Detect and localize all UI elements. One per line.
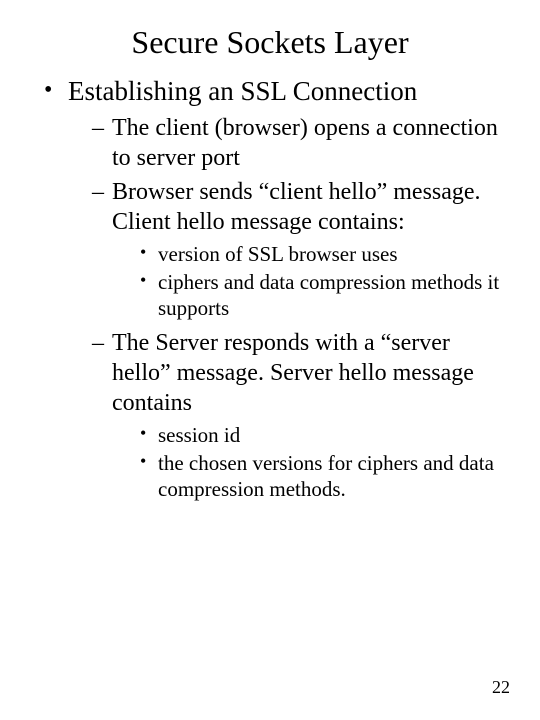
bullet-list-level-1: Establishing an SSL Connection The clien…	[30, 75, 510, 502]
list-item-text: the chosen versions for ciphers and data…	[158, 451, 494, 501]
bullet-list-level-3: version of SSL browser uses ciphers and …	[112, 241, 510, 322]
list-item-text: version of SSL browser uses	[158, 242, 398, 266]
list-item-text: Establishing an SSL Connection	[68, 76, 417, 106]
list-item: version of SSL browser uses	[140, 241, 510, 267]
list-item-text: Browser sends “client hello” message. Cl…	[112, 179, 481, 235]
list-item-text: session id	[158, 423, 240, 447]
list-item-text: ciphers and data compression methods it …	[158, 270, 499, 320]
list-item: ciphers and data compression methods it …	[140, 269, 510, 322]
list-item-text: The Server responds with a “server hello…	[112, 330, 474, 416]
bullet-list-level-3: session id the chosen versions for ciphe…	[112, 422, 510, 503]
list-item: Browser sends “client hello” message. Cl…	[92, 177, 510, 322]
list-item: The client (browser) opens a connection …	[92, 113, 510, 173]
list-item: The Server responds with a “server hello…	[92, 328, 510, 503]
page-number: 22	[492, 677, 510, 698]
slide: Secure Sockets Layer Establishing an SSL…	[0, 0, 540, 720]
list-item: Establishing an SSL Connection The clien…	[44, 75, 510, 502]
list-item: the chosen versions for ciphers and data…	[140, 450, 510, 503]
slide-title: Secure Sockets Layer	[30, 24, 510, 61]
bullet-list-level-2: The client (browser) opens a connection …	[68, 113, 510, 503]
list-item-text: The client (browser) opens a connection …	[112, 115, 498, 171]
list-item: session id	[140, 422, 510, 448]
